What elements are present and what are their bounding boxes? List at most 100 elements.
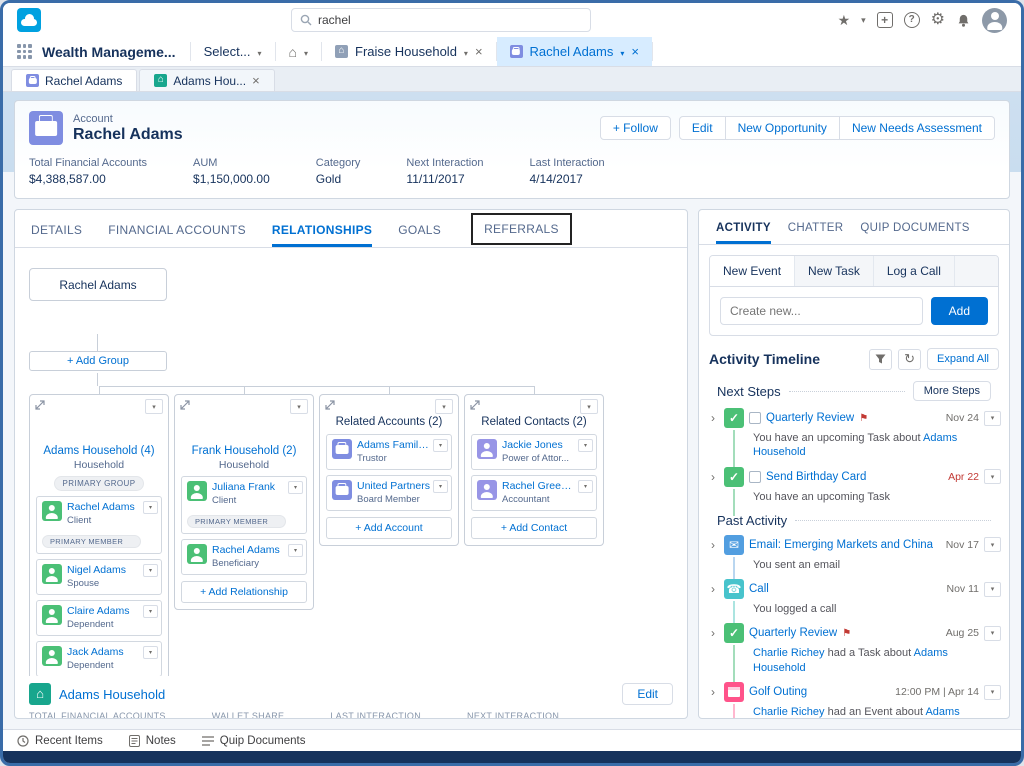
member-name-link[interactable]: Rachel Adams — [67, 501, 141, 515]
member-name-link[interactable]: Jackie Jones — [502, 439, 576, 453]
add-contact-button[interactable]: + Add Contact — [471, 517, 597, 539]
person-link[interactable]: Charlie Richey — [753, 706, 825, 718]
object-select-menu[interactable]: Select... — [191, 37, 275, 66]
close-icon[interactable] — [252, 73, 260, 88]
new-needs-assessment-button[interactable]: New Needs Assessment — [840, 116, 995, 140]
group-title-link[interactable]: Adams Household (4) — [36, 444, 162, 458]
expand-chevron-icon[interactable] — [711, 471, 719, 483]
tab-relationships[interactable]: RELATIONSHIPS — [272, 211, 372, 247]
timeline-item-title[interactable]: Email: Emerging Markets and China — [749, 539, 933, 551]
favorites-star-icon[interactable] — [838, 13, 851, 27]
follow-button[interactable]: + Follow — [600, 116, 671, 140]
add-account-button[interactable]: + Add Account — [326, 517, 452, 539]
tab-financial-accounts[interactable]: FINANCIAL ACCOUNTS — [108, 211, 246, 247]
nav-tab-rachel-adams[interactable]: Rachel Adams — [497, 37, 652, 66]
tab-activity[interactable]: ACTIVITY — [716, 210, 771, 244]
notifications-bell-icon[interactable] — [956, 13, 971, 28]
close-icon[interactable] — [631, 44, 639, 59]
tab-new-event[interactable]: New Event — [710, 256, 795, 286]
member-dropdown-icon[interactable] — [288, 544, 303, 557]
member-name-link[interactable]: United Partners — [357, 480, 431, 494]
tab-goals[interactable]: GOALS — [398, 211, 441, 247]
card-dropdown-icon[interactable] — [580, 399, 598, 414]
add-box-icon[interactable] — [877, 12, 893, 28]
tab-quip-documents[interactable]: QUIP DOCUMENTS — [860, 210, 969, 244]
household-title-link[interactable]: Adams Household — [59, 687, 165, 702]
more-steps-button[interactable]: More Steps — [913, 381, 991, 401]
member-name-link[interactable]: Juliana Frank — [212, 481, 286, 495]
member-name-link[interactable]: Nigel Adams — [67, 564, 141, 578]
member-name-link[interactable]: Jack Adams — [67, 646, 141, 660]
filter-funnel-icon[interactable] — [869, 349, 892, 370]
timeline-item-title[interactable]: Quarterly Review — [749, 627, 837, 639]
nav-tab-fraise-household[interactable]: Fraise Household — [322, 37, 496, 66]
notes-button[interactable]: Notes — [129, 735, 176, 747]
row-dropdown-icon[interactable] — [984, 582, 1001, 597]
add-relationship-button[interactable]: + Add Relationship — [181, 581, 307, 603]
member-name-link[interactable]: Rachel Adams — [212, 544, 286, 558]
new-opportunity-button[interactable]: New Opportunity — [726, 116, 840, 140]
expand-chevron-icon[interactable] — [711, 412, 719, 424]
app-launcher-icon[interactable] — [17, 44, 32, 59]
timeline-item-title[interactable]: Send Birthday Card — [766, 471, 866, 483]
expand-icon[interactable] — [325, 400, 335, 410]
create-new-input[interactable] — [720, 297, 923, 325]
global-search-input[interactable] — [318, 13, 582, 27]
setup-gear-icon[interactable] — [931, 12, 945, 28]
edit-button[interactable]: Edit — [622, 683, 673, 705]
member-dropdown-icon[interactable] — [433, 480, 448, 493]
member-dropdown-icon[interactable] — [288, 481, 303, 494]
expand-chevron-icon[interactable] — [711, 539, 719, 551]
expand-chevron-icon[interactable] — [711, 583, 719, 595]
close-icon[interactable] — [475, 44, 483, 59]
person-link[interactable]: Charlie Richey — [753, 647, 825, 659]
favorites-dropdown-icon[interactable] — [861, 16, 866, 25]
member-name-link[interactable]: Claire Adams — [67, 605, 141, 619]
member-dropdown-icon[interactable] — [433, 439, 448, 452]
add-group-button[interactable]: + Add Group — [29, 351, 167, 371]
tab-details[interactable]: DETAILS — [31, 211, 82, 247]
card-dropdown-icon[interactable] — [290, 399, 308, 414]
task-checkbox[interactable] — [749, 412, 761, 424]
quip-documents-button[interactable]: Quip Documents — [202, 735, 306, 747]
tab-log-a-call[interactable]: Log a Call — [874, 256, 955, 286]
group-title-link[interactable]: Frank Household (2) — [181, 444, 307, 458]
salesforce-cloud-logo-icon[interactable] — [17, 8, 41, 32]
add-button[interactable]: Add — [931, 297, 988, 325]
tab-chatter[interactable]: CHATTER — [788, 210, 844, 244]
user-avatar[interactable] — [982, 8, 1007, 33]
home-menu[interactable] — [276, 37, 321, 66]
row-dropdown-icon[interactable] — [984, 469, 1001, 484]
row-dropdown-icon[interactable] — [984, 685, 1001, 700]
recent-items-button[interactable]: Recent Items — [17, 735, 103, 747]
edit-button[interactable]: Edit — [679, 116, 726, 140]
row-dropdown-icon[interactable] — [984, 537, 1001, 552]
tab-referrals[interactable]: REFERRALS — [471, 213, 572, 245]
expand-icon[interactable] — [35, 400, 45, 410]
subtab-rachel-adams[interactable]: Rachel Adams — [11, 69, 137, 91]
member-dropdown-icon[interactable] — [578, 480, 593, 493]
timeline-item-title[interactable]: Call — [749, 583, 769, 595]
card-dropdown-icon[interactable] — [145, 399, 163, 414]
member-dropdown-icon[interactable] — [143, 564, 158, 577]
expand-icon[interactable] — [470, 400, 480, 410]
member-dropdown-icon[interactable] — [143, 646, 158, 659]
card-dropdown-icon[interactable] — [435, 399, 453, 414]
refresh-icon[interactable] — [898, 349, 921, 370]
member-dropdown-icon[interactable] — [143, 605, 158, 618]
expand-icon[interactable] — [180, 400, 190, 410]
app-name[interactable]: Wealth Manageme... — [42, 44, 176, 60]
member-dropdown-icon[interactable] — [578, 439, 593, 452]
tab-new-task[interactable]: New Task — [795, 256, 874, 286]
row-dropdown-icon[interactable] — [984, 411, 1001, 426]
task-checkbox[interactable] — [749, 471, 761, 483]
root-node-rachel-adams[interactable]: Rachel Adams — [29, 268, 167, 301]
member-name-link[interactable]: Adams Family ... — [357, 439, 431, 453]
expand-chevron-icon[interactable] — [711, 627, 719, 639]
help-icon[interactable] — [904, 12, 920, 28]
timeline-item-title[interactable]: Quarterly Review — [766, 412, 854, 424]
member-name-link[interactable]: Rachel Greenf... — [502, 480, 576, 494]
expand-chevron-icon[interactable] — [711, 686, 719, 698]
member-dropdown-icon[interactable] — [143, 501, 158, 514]
timeline-item-title[interactable]: Golf Outing — [749, 686, 807, 698]
